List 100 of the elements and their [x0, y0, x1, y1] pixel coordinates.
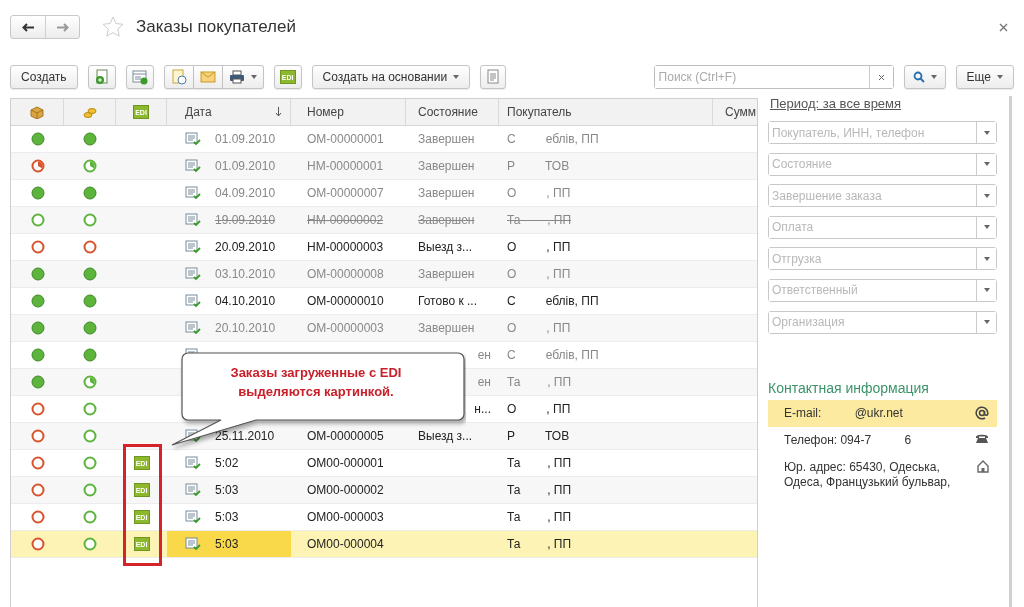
house-icon	[977, 460, 989, 474]
document-icon	[185, 240, 201, 254]
window-title: Заказы покупателей	[136, 17, 297, 37]
number-cell: ОМ-00000007	[307, 186, 384, 200]
date-cell[interactable]: 04.09.2010	[167, 180, 291, 206]
dropdown-button[interactable]	[976, 311, 996, 333]
search-button[interactable]	[903, 65, 946, 89]
create-button[interactable]: Создать	[10, 65, 78, 89]
close-icon	[877, 73, 885, 81]
document-clock-button[interactable]	[163, 65, 194, 89]
star-icon[interactable]	[102, 16, 124, 38]
more-button[interactable]: Еще	[955, 65, 1014, 89]
caret-icon	[930, 75, 937, 79]
column-header[interactable]: Покупатель	[499, 99, 713, 126]
search-field[interactable]: Поиск (Ctrl+F)	[653, 65, 894, 89]
buyer-cell: Та , ПП	[507, 510, 572, 524]
document-icon	[185, 159, 201, 173]
date-cell[interactable]: 5:03	[167, 477, 291, 503]
sort-down-icon	[275, 107, 282, 117]
buyer-cell: Р ТОВ	[507, 159, 570, 173]
dropdown-button[interactable]	[976, 185, 996, 207]
column-header[interactable]: Состояние	[406, 99, 499, 126]
contact-row[interactable]: Телефон: 094-7 6	[768, 427, 997, 455]
date-text: 5:03	[215, 510, 239, 524]
filter-field[interactable]: Состояние	[768, 152, 997, 176]
filter-field[interactable]: Оплата	[768, 215, 997, 239]
caret-icon	[983, 288, 990, 293]
print-button[interactable]	[222, 65, 264, 89]
at-sign-icon	[975, 406, 989, 421]
copy-document-button[interactable]	[87, 65, 116, 89]
document-icon	[185, 186, 201, 200]
date-text: 04.09.2010	[215, 186, 276, 200]
caret-icon	[983, 130, 990, 135]
document-plus-icon	[93, 69, 110, 85]
dropdown-button[interactable]	[976, 216, 996, 238]
number-cell: НМ-00000001	[307, 159, 384, 173]
date-cell[interactable]: 04.10.2010	[167, 288, 291, 314]
dropdown-button[interactable]	[976, 279, 996, 301]
date-cell[interactable]: 5:03	[167, 531, 291, 557]
column-header[interactable]: Дата	[167, 99, 291, 126]
buyer-cell: Та , ПП	[507, 456, 572, 470]
dropdown-button[interactable]	[976, 153, 996, 175]
number-cell: ОМ-00000003	[307, 321, 384, 335]
document-icon	[185, 537, 201, 551]
number-cell: ОМ00-000001	[307, 456, 384, 470]
contact-row[interactable]: Юр. адрес: 65430, Одеська, Одеса, Французький бульвар,	[768, 454, 997, 497]
buyer-cell: Та , ПП	[507, 483, 572, 497]
document-icon	[185, 321, 201, 335]
filter-field[interactable]: Организация	[768, 310, 997, 334]
buyer-cell: С еблів, ПП	[507, 132, 599, 146]
arrow-left-icon	[22, 22, 34, 32]
number-cell: НМ-00000003	[307, 240, 384, 254]
dropdown-button[interactable]	[976, 122, 996, 143]
number-cell: ОМ00-000002	[307, 483, 384, 497]
column-header[interactable]	[64, 99, 116, 126]
document-icon	[185, 213, 201, 227]
filter-field[interactable]: Отгрузка	[768, 247, 997, 271]
caret-icon	[983, 225, 990, 230]
table-plus-icon	[131, 69, 148, 85]
search-icon	[912, 71, 925, 83]
state-cell: ен	[477, 375, 491, 389]
buyer-cell: Р ТОВ	[507, 429, 570, 443]
date-cell[interactable]: 20.09.2010	[167, 234, 291, 260]
date-text: 04.10.2010	[215, 294, 276, 308]
state-cell: н...	[474, 402, 491, 416]
buyer-cell: О , ПП	[507, 267, 571, 281]
period-link[interactable]: Период: за все время	[770, 96, 997, 111]
date-cell[interactable]: 5:02	[167, 450, 291, 476]
column-header[interactable]	[11, 99, 64, 126]
buyer-cell: Та , ПП	[507, 375, 572, 389]
document-icon	[185, 456, 201, 470]
date-cell[interactable]: 01.09.2010	[167, 126, 291, 152]
buyer-cell: О , ПП	[507, 402, 571, 416]
number-cell: ОМ-00000008	[307, 267, 384, 281]
filter-field[interactable]: Завершение заказа	[768, 184, 997, 208]
filter-field[interactable]: Покупатель, ИНН, телефон	[768, 121, 997, 144]
filter-field[interactable]: Ответственный	[768, 278, 997, 302]
caret-icon	[250, 75, 257, 79]
column-header[interactable]: Номер	[291, 99, 406, 126]
date-text: 5:03	[215, 537, 239, 551]
document-icon	[185, 510, 201, 524]
coins-icon	[82, 105, 97, 119]
caret-icon	[983, 320, 990, 325]
create-based-on-button[interactable]: Создать на основании	[311, 65, 471, 89]
buyer-cell: О , ПП	[507, 240, 571, 254]
document-icon	[185, 483, 201, 497]
document-icon	[185, 294, 201, 308]
number-cell: ОМ00-000004	[307, 537, 384, 551]
add-to-list-button[interactable]	[125, 65, 154, 89]
caret-icon	[453, 75, 460, 79]
buyer-cell: Та , ПП	[507, 213, 572, 227]
document-icon	[185, 132, 201, 146]
date-text: 03.10.2010	[215, 267, 276, 281]
contacts-title: Контактная информация	[768, 380, 930, 397]
number-cell: ОМ-00000005	[307, 429, 384, 443]
dropdown-button[interactable]	[976, 248, 996, 270]
contact-row[interactable]: E-mail: @ukr.net	[768, 400, 997, 428]
date-cell[interactable]: 5:03	[167, 504, 291, 530]
number-cell: ОМ-00000010	[307, 294, 384, 308]
envelope-icon	[199, 71, 216, 83]
